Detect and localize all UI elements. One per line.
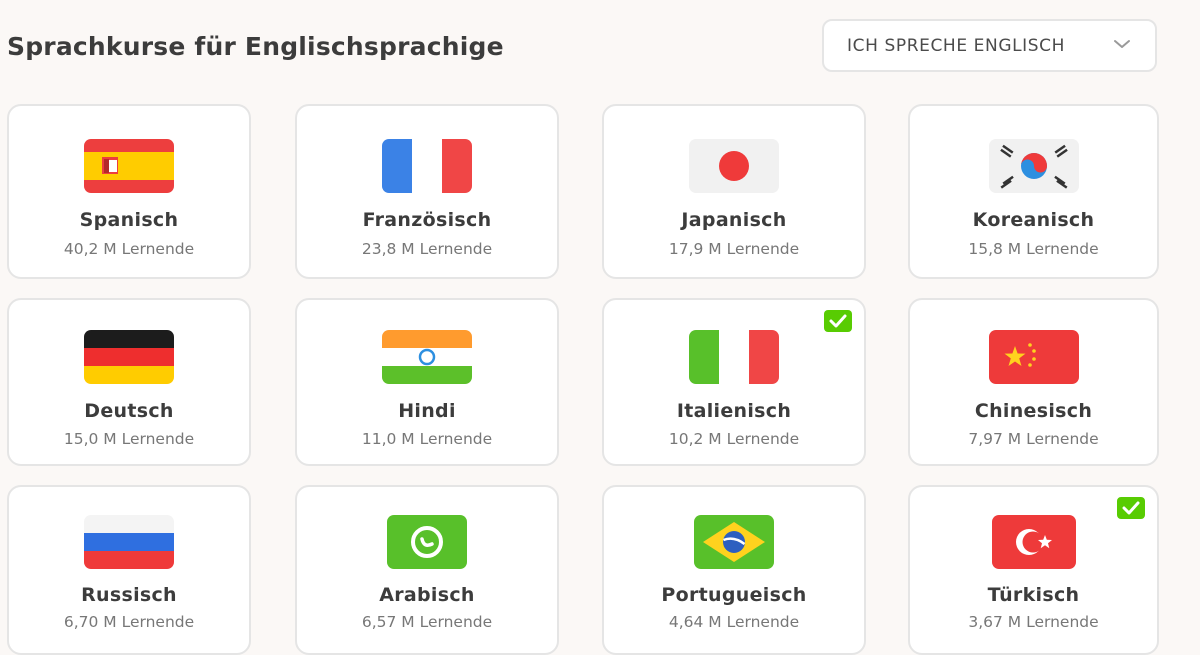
course-learners: 23,8 M Lernende xyxy=(361,240,493,258)
course-name: Hindi xyxy=(398,400,456,422)
course-name: Arabisch xyxy=(379,584,475,606)
check-icon xyxy=(824,310,852,332)
course-name: Japanisch xyxy=(681,209,787,231)
language-select[interactable]: ICH SPRECHE ENGLISCH xyxy=(822,19,1157,72)
course-name: Koreanisch xyxy=(972,209,1095,231)
course-name: Spanisch xyxy=(79,209,179,231)
course-card-arabic[interactable]: Arabisch 6,57 M Lernende xyxy=(295,485,559,655)
course-learners: 6,57 M Lernende xyxy=(361,613,493,631)
course-name: Italienisch xyxy=(676,400,792,422)
course-card-russian[interactable]: Russisch 6,70 M Lernende xyxy=(7,485,251,655)
arabic-icon xyxy=(387,515,467,569)
course-card-japanese[interactable]: Japanisch 17,9 M Lernende xyxy=(602,104,866,279)
brazil-flag-icon xyxy=(694,515,774,569)
course-name: Chinesisch xyxy=(974,400,1093,422)
spain-flag-icon xyxy=(84,139,174,193)
course-learners: 17,9 M Lernende xyxy=(668,240,800,258)
japan-flag-icon xyxy=(689,139,779,193)
course-card-italian[interactable]: Italienisch 10,2 M Lernende xyxy=(602,298,866,466)
course-learners: 6,70 M Lernende xyxy=(63,613,195,631)
course-learners: 40,2 M Lernende xyxy=(63,240,195,258)
course-learners: 15,0 M Lernende xyxy=(63,430,195,448)
check-icon xyxy=(1117,497,1145,519)
course-name: Deutsch xyxy=(84,400,174,422)
course-card-spanish[interactable]: Spanisch 40,2 M Lernende xyxy=(7,104,251,279)
chevron-down-icon xyxy=(1114,40,1130,48)
course-name: Russisch xyxy=(81,584,177,606)
china-flag-icon xyxy=(988,330,1079,384)
russia-flag-icon xyxy=(84,515,174,569)
course-name: Französisch xyxy=(362,209,492,231)
course-name: Portugueisch xyxy=(661,584,807,606)
course-card-turkish[interactable]: Türkisch 3,67 M Lernende xyxy=(908,485,1159,655)
india-flag-icon xyxy=(382,330,472,384)
course-card-french[interactable]: Französisch 23,8 M Lernende xyxy=(295,104,559,279)
italy-flag-icon xyxy=(689,330,779,384)
course-learners: 7,97 M Lernende xyxy=(968,430,1099,448)
course-learners: 10,2 M Lernende xyxy=(668,430,800,448)
course-name: Türkisch xyxy=(987,584,1080,606)
germany-flag-icon xyxy=(84,330,174,384)
course-card-hindi[interactable]: Hindi 11,0 M Lernende xyxy=(295,298,559,466)
course-learners: 3,67 M Lernende xyxy=(968,613,1099,631)
course-card-chinese[interactable]: Chinesisch 7,97 M Lernende xyxy=(908,298,1159,466)
france-flag-icon xyxy=(382,139,472,193)
course-learners: 15,8 M Lernende xyxy=(968,240,1099,258)
course-card-portuguese[interactable]: Portugueisch 4,64 M Lernende xyxy=(602,485,866,655)
course-learners: 4,64 M Lernende xyxy=(668,613,800,631)
course-card-korean[interactable]: Koreanisch 15,8 M Lernende xyxy=(908,104,1159,279)
language-select-value: ICH SPRECHE ENGLISCH xyxy=(847,35,1066,56)
turkey-flag-icon xyxy=(991,515,1076,569)
page-title: Sprachkurse für Englischsprachige xyxy=(7,32,504,61)
course-learners: 11,0 M Lernende xyxy=(361,430,493,448)
korea-flag-icon xyxy=(988,139,1079,193)
course-card-german[interactable]: Deutsch 15,0 M Lernende xyxy=(7,298,251,466)
